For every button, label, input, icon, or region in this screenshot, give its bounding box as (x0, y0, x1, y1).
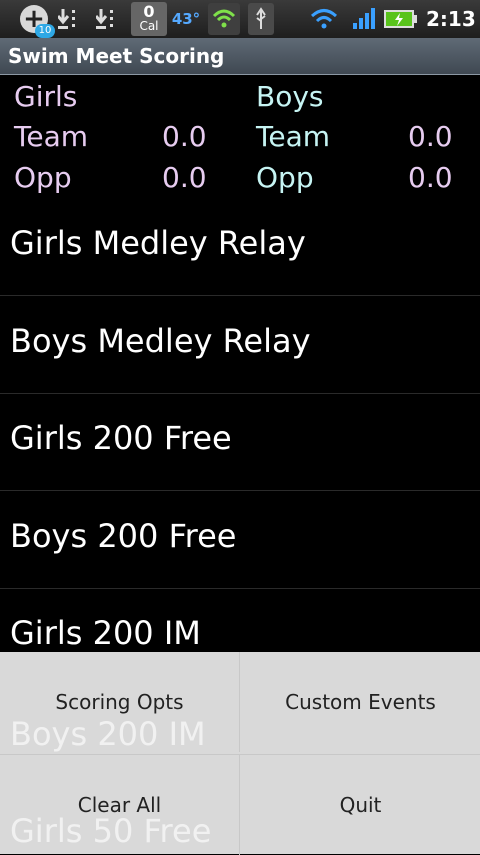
options-menu: Boys 200 IM Girls 50 Free Scoring Opts C… (0, 652, 480, 855)
girls-team-score: 0.0 (162, 120, 207, 153)
title-bar: Swim Meet Scoring (0, 38, 480, 75)
download-icon (94, 6, 128, 32)
event-label: Boys 200 Free (10, 517, 237, 555)
temperature-text: 43° (171, 10, 201, 28)
clear-all-button[interactable]: Clear All (0, 754, 239, 855)
download-icon (56, 6, 90, 32)
wifi-hotspot-icon (208, 3, 240, 35)
status-bar: + 10 0 Cal 43° 2:13 (0, 0, 480, 38)
list-item-event[interactable]: Boys Medley Relay (0, 296, 480, 394)
girls-team-label: Team (14, 120, 89, 153)
quit-button[interactable]: Quit (239, 754, 480, 855)
list-item-event[interactable]: Girls Medley Relay (0, 198, 480, 296)
girls-opp-score: 0.0 (162, 161, 207, 194)
signal-strength-icon (352, 3, 376, 35)
boys-team-label: Team (256, 120, 331, 153)
boys-opp-score: 0.0 (408, 161, 453, 194)
girls-header: Girls (14, 80, 78, 113)
boys-opp-label: Opp (256, 161, 314, 194)
battery-charging-icon (384, 3, 418, 35)
girls-opp-label: Opp (14, 161, 72, 194)
app-title: Swim Meet Scoring (8, 44, 225, 68)
usb-icon (248, 3, 274, 35)
boys-team-score: 0.0 (408, 120, 453, 153)
list-item-event[interactable]: Boys 200 Free (0, 491, 480, 589)
scoring-opts-button[interactable]: Scoring Opts (0, 652, 239, 752)
custom-events-button[interactable]: Custom Events (239, 652, 480, 752)
boys-header: Boys (256, 80, 324, 113)
cal-count: 0 (143, 2, 155, 21)
event-label: Boys Medley Relay (10, 322, 311, 360)
event-label: Girls 200 Free (10, 419, 232, 457)
event-label: Girls 200 IM (10, 614, 201, 652)
wifi-icon (308, 3, 340, 35)
notification-count-badge: 10 (35, 24, 55, 38)
list-item-event[interactable]: Girls 200 Free (0, 393, 480, 491)
cal-label: Cal (139, 19, 159, 33)
clock: 2:13 (426, 7, 476, 31)
calorie-icon: 0 Cal (131, 2, 167, 36)
event-label: Girls Medley Relay (10, 224, 306, 262)
